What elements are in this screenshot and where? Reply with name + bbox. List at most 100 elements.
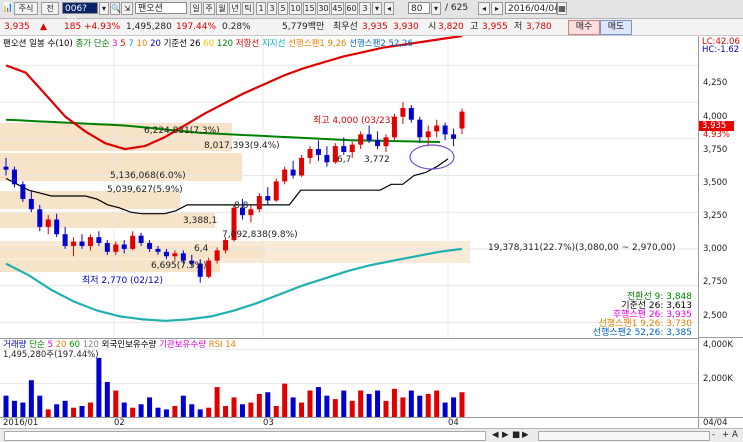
low-price-annotation: 최저 2,770 (02/12) xyxy=(82,276,164,286)
volume-profile-label: 6,695(7.5%) xyxy=(151,261,207,271)
search-icon[interactable]: 🔍 xyxy=(110,2,121,15)
volume-bar xyxy=(366,393,372,418)
legend-item: 7 xyxy=(128,39,134,49)
tab-tick[interactable]: 틱 xyxy=(242,2,254,15)
sell-button[interactable]: 매도 xyxy=(600,20,632,35)
code-dropdown-icon[interactable]: ▾ xyxy=(99,2,109,15)
axis-tick: 2,500 xyxy=(703,311,728,321)
tab-week[interactable]: 주 xyxy=(203,2,215,15)
volume-bar xyxy=(54,404,60,418)
candle-body xyxy=(28,198,34,210)
volume-bar xyxy=(20,402,26,418)
market-label: 주식 xyxy=(18,4,34,13)
volume-bar xyxy=(408,390,414,418)
candle-body xyxy=(273,181,279,201)
volume-bar xyxy=(138,404,144,418)
stock-code-input[interactable]: 006?70 xyxy=(62,2,98,26)
candle-body xyxy=(214,250,220,261)
best-bid-value: 3,930 xyxy=(393,22,419,32)
volume-profile-label: 19,378,311(22.7%)(3,080,00 ~ 2,970,00) xyxy=(488,243,676,253)
tab-min-30[interactable]: 30 xyxy=(317,2,330,15)
tab-year[interactable]: 년 xyxy=(229,2,241,15)
high-label: 고 xyxy=(470,22,479,32)
all-select[interactable]: 전 xyxy=(41,2,59,15)
volume-bar xyxy=(375,390,381,418)
volume-bar xyxy=(434,390,440,418)
volume-bar xyxy=(282,383,288,418)
volume-bar xyxy=(400,397,406,418)
scroll-icon[interactable]: ◂ xyxy=(384,2,394,15)
toolbar: 📊 주식 전 006?70 ▾ 🔍 ⇲ 팬오션 일 주 월 년 틱 1 3 5 … xyxy=(0,0,743,26)
candle-body xyxy=(113,244,119,252)
volume-bar xyxy=(442,402,448,418)
volume-panel[interactable]: 거래량 단순 5 20 60 120 외국인보유수량 기관보유수량 RSI 14… xyxy=(0,338,698,418)
volume-profile-label: 3,772 xyxy=(364,155,390,165)
volume-bar xyxy=(180,395,186,418)
tab-min-1[interactable]: 1 xyxy=(256,2,266,15)
volume-bar xyxy=(121,402,127,418)
axis-tick: 3,750 xyxy=(703,145,728,155)
auto-scale-icon[interactable]: A xyxy=(732,430,738,440)
legend-item: 지지선 xyxy=(261,39,286,49)
tab-min-45[interactable]: 45 xyxy=(331,2,344,15)
date-input[interactable]: 2016/04/04 xyxy=(505,2,560,14)
horizontal-scrollbar[interactable] xyxy=(4,431,486,441)
zoom-in-icon[interactable]: + xyxy=(722,430,729,440)
volume-profile-label: 6,224,831(7.3%) xyxy=(144,126,220,136)
nav-stop-icon[interactable]: ■ xyxy=(512,430,520,440)
tab-day[interactable]: 일 xyxy=(190,2,202,15)
candle-body xyxy=(62,234,68,246)
volume-bar xyxy=(349,400,355,418)
tab-custom[interactable]: 3 xyxy=(359,2,371,15)
chart-tool-icon[interactable]: 📊 xyxy=(2,2,13,15)
candle-body xyxy=(147,243,153,249)
all-label: 전 xyxy=(46,4,54,13)
high-value: 3,955 xyxy=(482,22,508,32)
zoom-out-icon[interactable]: - xyxy=(712,430,715,440)
tab-min-10[interactable]: 10 xyxy=(289,2,302,15)
buy-button[interactable]: 매수 xyxy=(568,20,600,35)
prev-icon[interactable]: ◂ xyxy=(478,2,490,15)
quote-bar: 3,935 ▲ 185 +4.93% 1,495,280 197.44% 0.2… xyxy=(0,19,743,36)
volume-bar xyxy=(417,395,423,418)
volume-profile-label: 5,136,068(6.0%) xyxy=(110,171,186,181)
count-dropdown-icon[interactable]: ▾ xyxy=(431,2,441,15)
calendar-icon[interactable]: ▦ xyxy=(557,2,567,15)
nav-first-icon[interactable]: ◀ xyxy=(492,430,499,440)
price-chart-svg[interactable] xyxy=(0,36,698,337)
date-tick: 03 xyxy=(263,418,274,428)
nav-last-icon[interactable]: ▶ xyxy=(522,430,529,440)
candle-body xyxy=(71,241,77,246)
tab-min-60[interactable]: 60 xyxy=(345,2,358,15)
volume-profile-label: 6,7 xyxy=(337,155,352,165)
tab-min-5[interactable]: 5 xyxy=(278,2,288,15)
current-volume-label: 1,495,280주(197.44%) xyxy=(3,350,99,360)
volume-bar xyxy=(290,397,296,418)
custom-dropdown-icon[interactable]: ▾ xyxy=(372,2,382,15)
price-legend: 팬오션 일봉 수(10) 종가 단순 3 5 7 10 20 기준선 26 60… xyxy=(3,39,413,50)
date-right-label: 04/04 xyxy=(703,418,728,428)
count-input[interactable]: 80 xyxy=(408,2,430,14)
tab-month[interactable]: 월 xyxy=(216,2,228,15)
legend-item: RSI 14 xyxy=(208,340,237,350)
legend-item: 선행스팬1 9,26 xyxy=(288,39,347,49)
volume-bar xyxy=(87,402,93,418)
axis-tick: 3,500 xyxy=(703,178,728,188)
tool-icons-strip[interactable] xyxy=(538,431,710,441)
volume-bar xyxy=(383,400,389,418)
volume-bar xyxy=(324,395,330,418)
legend-item: 20 xyxy=(55,340,67,350)
price-chart-panel[interactable]: 팬오션 일봉 수(10) 종가 단순 3 5 7 10 20 기준선 26 60… xyxy=(0,36,698,338)
next-icon[interactable]: ▸ xyxy=(491,2,503,15)
candle-body xyxy=(37,209,43,227)
tab-min-15[interactable]: 15 xyxy=(303,2,316,15)
candle-body xyxy=(256,196,262,210)
market-select[interactable]: 주식 xyxy=(14,2,38,15)
tab-min-3[interactable]: 3 xyxy=(267,2,277,15)
arrow-icon[interactable]: ⇲ xyxy=(121,2,133,15)
candle-body xyxy=(104,243,110,252)
volume-axis-tick: 4,000K xyxy=(703,340,733,350)
volume-bar xyxy=(451,397,457,418)
nav-next-icon[interactable]: ▶ xyxy=(502,430,509,440)
candle-body xyxy=(451,134,457,139)
